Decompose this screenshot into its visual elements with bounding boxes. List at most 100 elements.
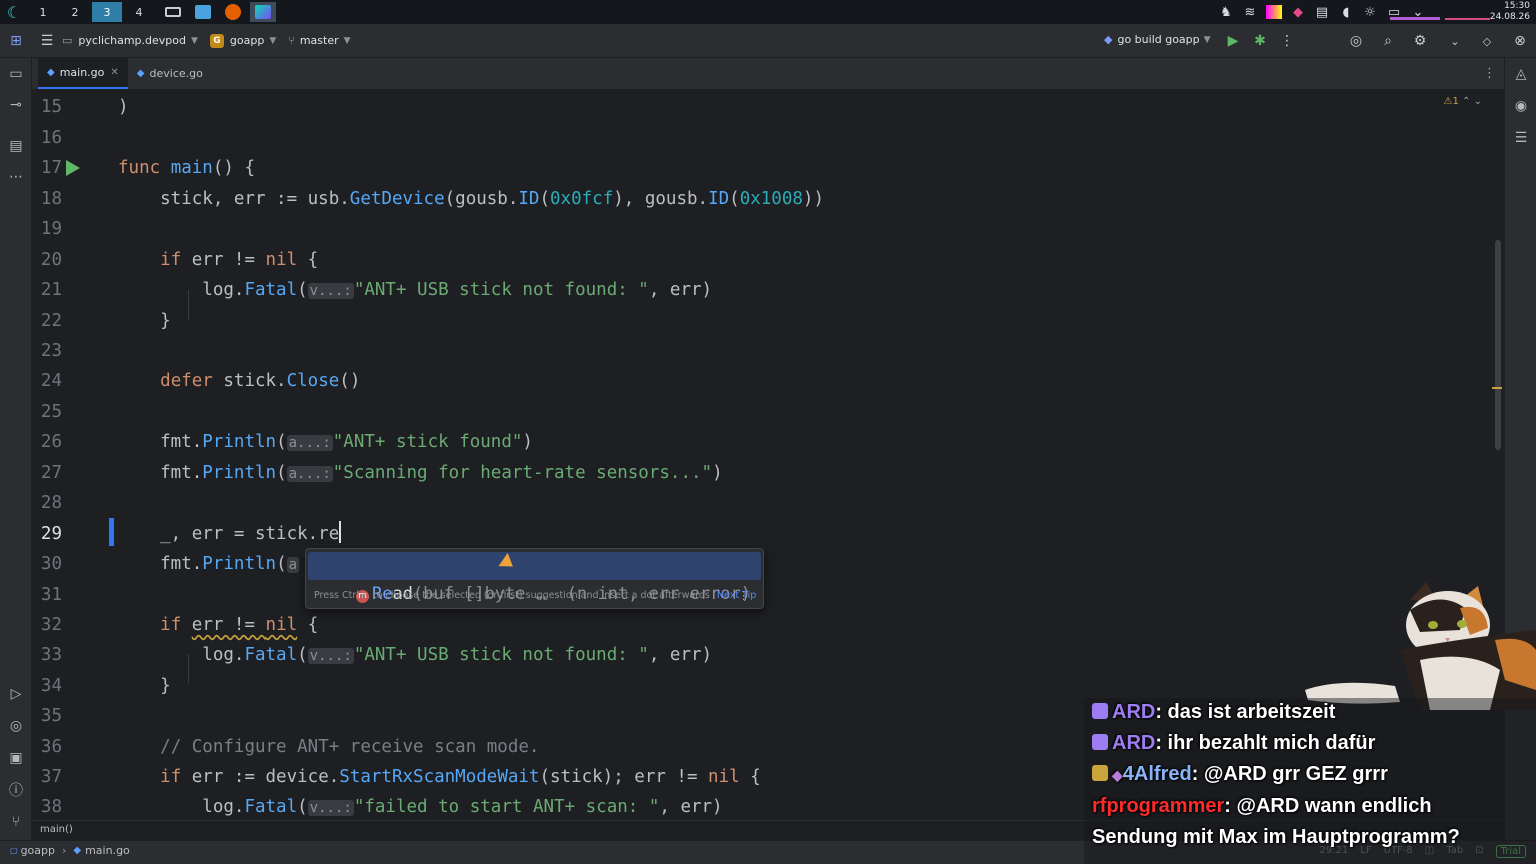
remote-dev-icon: ▭ (62, 34, 73, 47)
go-file-icon: ◆ (47, 67, 55, 78)
ide-logo-icon: ⊞ (10, 32, 22, 49)
workspace-1[interactable]: 1 (28, 2, 58, 22)
file-manager-icon[interactable] (190, 2, 216, 22)
warning-stripe-marker[interactable] (1492, 387, 1502, 389)
goland-icon[interactable] (250, 2, 276, 22)
color-picker-icon[interactable] (1266, 5, 1282, 19)
app-tray-icon[interactable]: ◆ (1290, 5, 1306, 20)
project-selector[interactable]: ▭ pyclichamp.devpod ▼ (62, 34, 198, 47)
firefox-icon[interactable] (220, 2, 246, 22)
clock[interactable]: 15:30 24.08.26 (1490, 1, 1530, 23)
ide-toolbar: ⊞ ☰ ▭ pyclichamp.devpod ▼ G goapp ▼ ⑂ ma… (0, 24, 1536, 58)
launcher-icon[interactable]: ☾ (3, 1, 25, 23)
git-icon[interactable]: ⑂ (0, 806, 32, 838)
brightness-icon[interactable]: ☼ (1362, 5, 1378, 20)
more-tools-icon[interactable]: ⋯ (0, 161, 32, 193)
subscriber-badge-icon (1092, 734, 1108, 750)
run-icon[interactable]: ▶ (1218, 29, 1248, 53)
chat-message: ◆4Alfred: @ARD grr GEZ grrr (1092, 763, 1388, 786)
subscriber-badge-icon (1092, 703, 1108, 719)
left-tool-strip: ▭ ⊸ ▤ ⋯ ▷ ◎ ▣ ⓘ ⑂ (0, 58, 32, 840)
os-taskbar: ☾ 1 2 3 4 ♞ ≋ ◆ ▤ ◖ ☼ ▭ ⌄ 15:30 24.08.26 (0, 0, 1536, 24)
code-line-21: 21 log.Fatal(v...: "ANT+ USB stick not fo… (40, 280, 713, 300)
code-line-30: 30 fmt.Println(a (40, 554, 300, 574)
branch-icon: ⑂ (288, 34, 295, 47)
debug-icon[interactable]: ✱ (1245, 29, 1275, 53)
chat-message-continued: Sendung mit Max im Hauptprogramm? (1092, 826, 1460, 849)
main-menu-icon[interactable]: ☰ (32, 29, 62, 53)
module-badge: G (209, 33, 224, 48)
vcs-branch-selector[interactable]: ⑂ master ▼ (288, 34, 350, 47)
close-window-icon[interactable]: ⊗ (1505, 29, 1535, 53)
current-line-number: 29 (40, 524, 62, 544)
pin-icon[interactable]: ◇ (1472, 29, 1502, 53)
chat-username: ARD (1112, 701, 1156, 723)
run-gutter-icon[interactable] (66, 160, 80, 176)
chevron-down-icon: ▼ (1203, 34, 1211, 45)
go-build-icon: ◆ (1104, 33, 1113, 46)
notifications-icon[interactable]: ◬ (1505, 58, 1536, 90)
structure-crumb-function[interactable]: main() (40, 824, 73, 835)
code-line-32: 32 if err != nil { (40, 615, 318, 635)
tab-main-go[interactable]: ◆ main.go ✕ (38, 58, 128, 89)
clipboard-icon[interactable]: ▤ (1314, 5, 1330, 20)
code-line-28: 28 (40, 493, 62, 513)
tab-actions-icon[interactable]: ⋮ (1483, 66, 1496, 81)
chat-text: : @ARD wann endlich (1224, 795, 1432, 817)
tab-device-go[interactable]: ◆ device.go (128, 58, 212, 89)
structure-icon[interactable]: ▤ (0, 130, 32, 162)
workspace-2[interactable]: 2 (60, 2, 90, 22)
commit-icon[interactable]: ⊸ (0, 89, 32, 121)
search-icon[interactable]: ⌕ (1373, 29, 1403, 53)
clock-date: 24.08.26 (1489, 12, 1530, 22)
completion-options-icon[interactable]: ⋮ (738, 589, 749, 602)
breadcrumb: ▢ goapp › ◆ main.go (10, 844, 130, 857)
problems-icon[interactable]: ⓘ (0, 774, 32, 806)
chat-message: ARD: ihr bezahlt mich dafür (1092, 732, 1375, 755)
ai-chat-icon[interactable]: ◉ (1505, 90, 1536, 122)
workspace-3[interactable]: 3 (92, 2, 122, 22)
code-line-34: 34 } (40, 676, 171, 696)
module-icon: ▢ (10, 846, 18, 855)
code-line-18: 18 stick, err := usb.GetDevice(gousb.ID(… (40, 189, 824, 209)
breadcrumb-module[interactable]: goapp (21, 844, 55, 857)
notification-bell-icon[interactable]: ♞ (1218, 5, 1234, 20)
chat-username: 4Alfred (1122, 763, 1192, 785)
vertical-scrollbar[interactable] (1495, 240, 1501, 450)
network-icon[interactable]: ≋ (1242, 5, 1258, 20)
project-name: pyclichamp.devpod (78, 34, 186, 47)
volume-icon[interactable]: ◖ (1338, 5, 1354, 20)
code-line-16: 16 (40, 128, 62, 148)
code-line-27: 27 fmt.Println(a...: "Scanning for heart-… (40, 463, 723, 483)
breadcrumb-separator-icon: › (61, 844, 67, 857)
run-configuration-selector[interactable]: ◆ go build goapp ▼ (1104, 33, 1211, 46)
ai-assistant-icon[interactable]: ◎ (1341, 29, 1371, 53)
chat-text: Sendung mit Max im Hauptprogramm? (1092, 826, 1460, 848)
workspace-4[interactable]: 4 (124, 2, 154, 22)
window-switcher-icon[interactable] (160, 2, 186, 22)
module-selector[interactable]: G goapp ▼ (209, 33, 277, 48)
code-line-15: 15) (40, 97, 129, 117)
code-line-29: 29 _, err = stick.re (32, 519, 1504, 549)
go-file-icon: ◆ (136, 68, 145, 79)
chevron-down-icon: ▼ (343, 35, 351, 46)
text-cursor (339, 521, 342, 543)
completion-item-read[interactable]: m Read(buf []byte … (n int, err error) (308, 552, 761, 604)
database-icon[interactable]: ☰ (1505, 122, 1536, 154)
tab-label: main.go (59, 66, 105, 79)
system-tray: ♞ ≋ ◆ ▤ ◖ ☼ ▭ ⌄ (1218, 0, 1426, 24)
close-tab-icon[interactable]: ✕ (110, 67, 118, 78)
services-icon[interactable]: ◎ (0, 710, 32, 742)
breadcrumb-file[interactable]: main.go (85, 844, 130, 857)
chevron-down-icon[interactable]: ⌄ (1440, 29, 1470, 53)
editor-tabs: ◆ main.go ✕ ◆ device.go ⋮ (32, 58, 1504, 90)
settings-gear-icon[interactable]: ⚙ (1405, 29, 1435, 53)
go-file-icon: ◆ (73, 845, 82, 856)
more-actions-icon[interactable]: ⋮ (1272, 29, 1302, 53)
next-tip-link[interactable]: Next Tip (717, 590, 756, 601)
chevron-down-icon: ▼ (269, 35, 277, 46)
clock-time: 15:30 (1504, 1, 1530, 11)
run-tool-icon[interactable]: ▷ (0, 678, 32, 710)
project-folder-icon[interactable]: ▭ (0, 58, 32, 90)
terminal-icon[interactable]: ▣ (0, 742, 32, 774)
